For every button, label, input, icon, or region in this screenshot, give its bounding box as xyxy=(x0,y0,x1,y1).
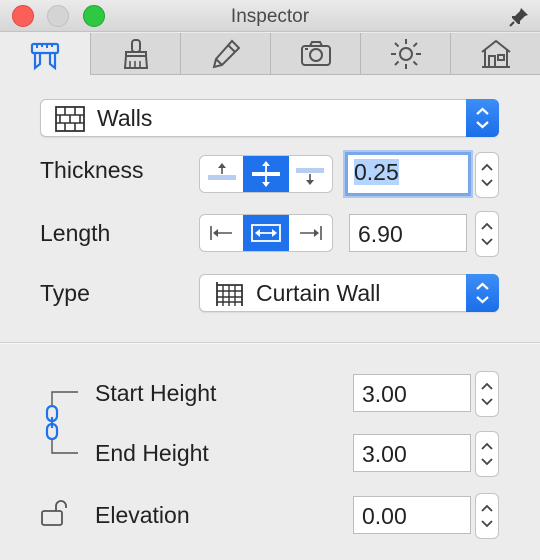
elevation-stepper[interactable] xyxy=(475,493,499,539)
align-middle-button[interactable] xyxy=(243,215,288,251)
unlock-icon[interactable] xyxy=(40,498,72,528)
wall-type-popup[interactable]: Curtain Wall xyxy=(199,274,499,312)
align-right-button[interactable] xyxy=(287,215,332,251)
length-stepper[interactable] xyxy=(475,211,499,257)
align-right-icon xyxy=(300,226,323,240)
thickness-alignment-segmented[interactable] xyxy=(199,155,333,193)
chevron-updown-icon xyxy=(481,222,493,246)
pin-icon[interactable] xyxy=(508,6,530,28)
element-type-popup[interactable]: Walls xyxy=(40,99,499,137)
start-height-label: Start Height xyxy=(95,380,217,406)
thickness-field[interactable]: 0.25 xyxy=(345,152,471,196)
align-center-icon xyxy=(251,161,280,187)
link-heights-bracket[interactable] xyxy=(36,382,86,462)
title-bar: Inspector xyxy=(0,0,540,32)
start-height-field[interactable]: 3.00 xyxy=(353,374,471,412)
chevron-updown-icon xyxy=(481,163,493,187)
chevron-updown-icon xyxy=(481,504,493,528)
tab-brush[interactable] xyxy=(90,33,180,75)
chevron-updown-icon xyxy=(476,282,489,304)
length-field[interactable]: 6.90 xyxy=(349,214,467,252)
start-height-stepper[interactable] xyxy=(475,371,499,417)
tab-camera[interactable] xyxy=(270,33,360,75)
align-left-button[interactable] xyxy=(200,215,243,251)
align-left-icon xyxy=(209,226,232,240)
end-height-label: End Height xyxy=(95,440,209,466)
align-middle-icon xyxy=(251,224,281,242)
tab-sun[interactable] xyxy=(360,33,450,75)
end-height-stepper[interactable] xyxy=(475,431,499,477)
chevron-updown-icon xyxy=(481,442,493,466)
thickness-label: Thickness xyxy=(40,157,144,183)
house-icon xyxy=(480,39,511,68)
pencil-icon xyxy=(212,39,240,69)
thickness-stepper[interactable] xyxy=(475,152,499,198)
tab-house[interactable] xyxy=(450,33,540,75)
chain-link-icon xyxy=(45,404,59,441)
tab-pencil[interactable] xyxy=(180,33,270,75)
type-label: Type xyxy=(40,280,90,306)
wall-type-stepper[interactable] xyxy=(466,274,499,312)
tab-measure[interactable] xyxy=(0,33,90,76)
element-type-value: Walls xyxy=(97,105,153,131)
end-height-field[interactable]: 3.00 xyxy=(353,434,471,472)
curtain-wall-icon xyxy=(216,282,243,306)
element-type-stepper[interactable] xyxy=(466,99,499,137)
align-top-icon xyxy=(207,163,236,180)
elevation-field[interactable]: 0.00 xyxy=(353,496,471,534)
tab-bar xyxy=(0,33,540,76)
align-bottom-icon xyxy=(296,168,325,185)
brick-wall-icon xyxy=(55,106,85,132)
align-bottom-button[interactable] xyxy=(287,156,332,192)
wall-type-value: Curtain Wall xyxy=(256,280,381,306)
align-top-button[interactable] xyxy=(200,156,243,192)
sun-icon xyxy=(390,39,421,69)
chevron-updown-icon xyxy=(481,382,493,406)
window-title: Inspector xyxy=(230,6,310,27)
camera-icon xyxy=(300,41,331,66)
brush-icon xyxy=(123,39,148,69)
section-divider xyxy=(0,342,540,344)
length-label: Length xyxy=(40,220,111,246)
chevron-updown-icon xyxy=(476,107,489,129)
align-center-button[interactable] xyxy=(243,156,288,192)
ruler-caliper-icon xyxy=(30,42,60,70)
elevation-label: Elevation xyxy=(95,502,190,528)
length-alignment-segmented[interactable] xyxy=(199,214,333,252)
